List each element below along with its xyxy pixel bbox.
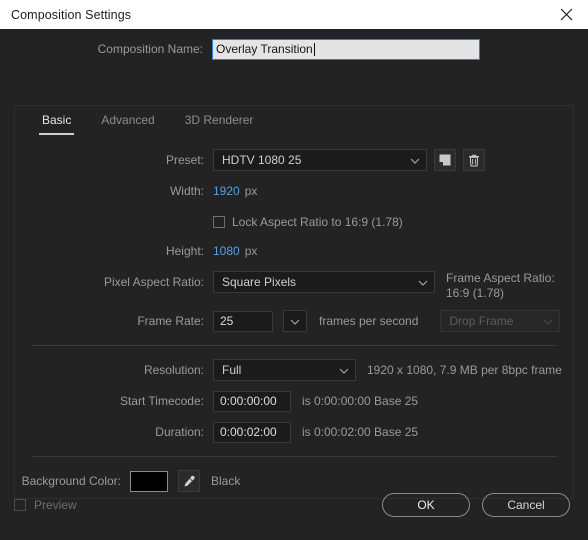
composition-settings-dialog: Composition Settings Composition Name: O… xyxy=(0,0,588,540)
preset-label: Preset: xyxy=(165,153,204,167)
start-timecode-label: Start Timecode: xyxy=(119,394,204,408)
frame-rate-value: 25 xyxy=(220,314,234,328)
cancel-button[interactable]: Cancel xyxy=(482,493,570,517)
tab-3d-renderer[interactable]: 3D Renderer xyxy=(170,109,269,135)
width-row: Width: 1920 px xyxy=(15,180,573,202)
drop-frame-select: Drop Frame xyxy=(440,310,561,332)
frame-rate-row: Frame Rate: 25 frames per second Drop Fr… xyxy=(15,310,573,332)
settings-panel: Basic Advanced 3D Renderer Preset: HDTV … xyxy=(14,105,574,499)
chevron-down-icon xyxy=(410,153,420,167)
width-label: Width: xyxy=(169,184,204,198)
composition-name-row: Composition Name: Overlay Transition xyxy=(0,29,588,69)
frame-rate-dropdown[interactable] xyxy=(283,310,307,332)
lock-aspect-checkbox[interactable] xyxy=(213,216,225,228)
start-timecode-row: Start Timecode: 0:00:00:00 is 0:00:00:00… xyxy=(15,390,573,412)
frame-aspect-ratio-value: 16:9 (1.78) xyxy=(446,286,505,300)
drop-frame-value: Drop Frame xyxy=(449,314,514,328)
frame-aspect-ratio-info: Frame Aspect Ratio: 16:9 (1.78) xyxy=(446,271,555,301)
tab-3d-renderer-label: 3D Renderer xyxy=(184,113,254,127)
frame-rate-label: Frame Rate: xyxy=(137,314,204,328)
resolution-info: 1920 x 1080, 7.9 MB per 8bpc frame xyxy=(367,362,562,377)
chevron-down-icon xyxy=(543,314,553,328)
height-row: Height: 1080 px xyxy=(15,240,573,262)
trash-icon[interactable] xyxy=(463,149,485,171)
start-timecode-info: is 0:00:00:00 Base 25 xyxy=(302,393,419,408)
resolution-select[interactable]: Full xyxy=(213,359,356,381)
tab-advanced[interactable]: Advanced xyxy=(86,109,169,135)
tab-advanced-label: Advanced xyxy=(101,113,155,127)
duration-label: Duration: xyxy=(155,425,204,439)
start-timecode-value: 0:00:00:00 xyxy=(220,394,277,408)
pixel-aspect-ratio-select[interactable]: Square Pixels xyxy=(213,271,435,293)
width-value[interactable]: 1920 xyxy=(213,184,240,199)
ok-button[interactable]: OK xyxy=(382,493,470,517)
pixel-aspect-ratio-value: Square Pixels xyxy=(222,275,297,289)
basic-tab-content: Preset: HDTV 1080 25 Width: 1920 px Lock… xyxy=(15,135,573,492)
duration-info: is 0:00:02:00 Base 25 xyxy=(302,424,419,439)
duration-value: 0:00:02:00 xyxy=(220,425,277,439)
height-label: Height: xyxy=(165,244,204,258)
dialog-body: Composition Name: Overlay Transition Bas… xyxy=(0,29,588,540)
lock-aspect-checkbox-group[interactable]: Lock Aspect Ratio to 16:9 (1.78) xyxy=(213,215,403,229)
dialog-footer: Preview OK Cancel xyxy=(0,470,588,540)
pixel-aspect-ratio-label: Pixel Aspect Ratio: xyxy=(103,275,204,289)
save-preset-icon[interactable] xyxy=(434,149,456,171)
composition-name-label: Composition Name: xyxy=(97,42,203,56)
pixel-aspect-ratio-row: Pixel Aspect Ratio: Square Pixels Frame … xyxy=(15,271,573,301)
dialog-title: Composition Settings xyxy=(11,7,132,22)
preview-label: Preview xyxy=(34,498,77,512)
preview-checkbox-group[interactable]: Preview xyxy=(14,498,77,512)
composition-name-input[interactable]: Overlay Transition xyxy=(212,38,480,60)
composition-name-value: Overlay Transition xyxy=(216,41,313,56)
chevron-down-icon xyxy=(339,363,349,377)
width-unit: px xyxy=(244,184,258,198)
dialog-titlebar: Composition Settings xyxy=(0,0,588,29)
divider-2 xyxy=(31,456,557,457)
close-icon[interactable] xyxy=(544,0,588,29)
start-timecode-input[interactable]: 0:00:00:00 xyxy=(213,390,291,412)
duration-row: Duration: 0:00:02:00 is 0:00:02:00 Base … xyxy=(15,421,573,443)
lock-aspect-row: Lock Aspect Ratio to 16:9 (1.78) xyxy=(15,211,573,233)
preset-row: Preset: HDTV 1080 25 xyxy=(15,149,573,171)
height-unit: px xyxy=(244,244,258,258)
duration-input[interactable]: 0:00:02:00 xyxy=(213,421,291,443)
resolution-value: Full xyxy=(222,363,242,377)
frame-rate-input[interactable]: 25 xyxy=(213,310,273,332)
preset-value: HDTV 1080 25 xyxy=(222,153,302,167)
lock-aspect-label: Lock Aspect Ratio to 16:9 (1.78) xyxy=(232,215,403,229)
divider-1 xyxy=(31,345,557,346)
height-value[interactable]: 1080 xyxy=(213,244,240,259)
tab-basic-label: Basic xyxy=(42,113,72,127)
resolution-row: Resolution: Full 1920 x 1080, 7.9 MB per… xyxy=(15,359,573,381)
text-caret xyxy=(313,42,315,56)
preview-checkbox[interactable] xyxy=(14,499,26,511)
frame-rate-unit-label: frames per second xyxy=(319,314,419,328)
chevron-down-icon xyxy=(290,314,300,328)
resolution-label: Resolution: xyxy=(143,363,204,377)
tab-bar: Basic Advanced 3D Renderer xyxy=(15,105,573,135)
tab-basic[interactable]: Basic xyxy=(27,109,86,135)
chevron-down-icon xyxy=(418,275,428,289)
preset-select[interactable]: HDTV 1080 25 xyxy=(213,149,427,171)
frame-aspect-ratio-label: Frame Aspect Ratio: xyxy=(446,271,555,285)
